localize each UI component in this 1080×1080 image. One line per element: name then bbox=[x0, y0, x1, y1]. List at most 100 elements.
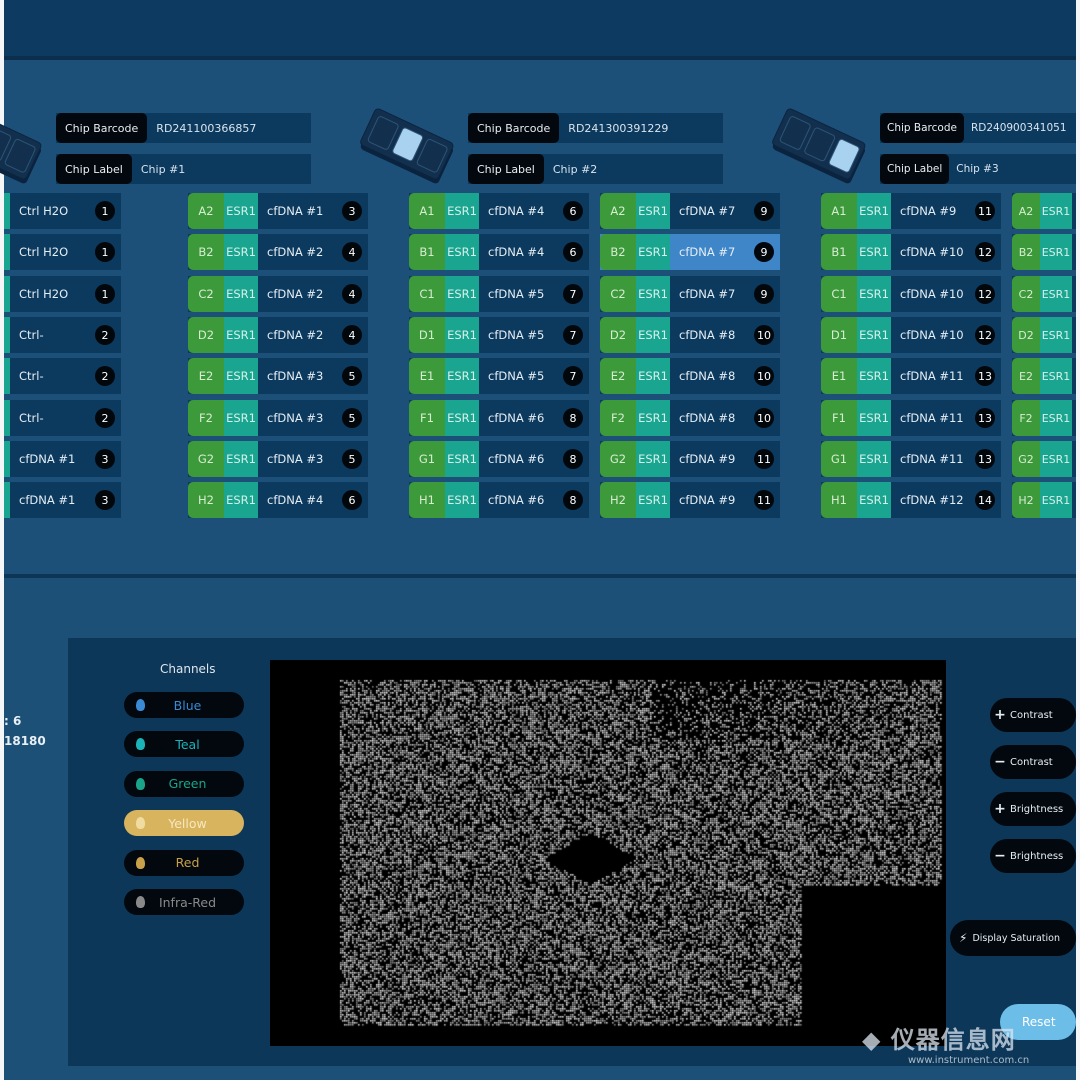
well-id: A1 bbox=[409, 193, 445, 229]
sample-number-badge: 4 bbox=[342, 325, 362, 345]
bulb-icon bbox=[136, 699, 145, 711]
well-id: D1 bbox=[821, 317, 857, 353]
well-row[interactable]: F1 ESR1 cfDNA #11 13 bbox=[821, 400, 1001, 436]
sample-name: cfDNA #2 bbox=[267, 328, 324, 342]
well-row[interactable]: H1 ESR1 cfDNA #6 8 bbox=[409, 482, 589, 518]
channel-blue-button[interactable]: Blue bbox=[124, 692, 244, 718]
well-row[interactable]: H2ESR1Ctrl+ bbox=[1012, 482, 1080, 518]
well-row[interactable]: G2 ESR1 cfDNA #9 11 bbox=[600, 441, 780, 477]
chip-label-field[interactable]: Chip Label Chip #2 bbox=[468, 154, 723, 184]
well-row[interactable]: Ctrl- 2 bbox=[4, 317, 121, 353]
well-row[interactable]: F1 ESR1 cfDNA #6 8 bbox=[409, 400, 589, 436]
chip-barcode-value: RD241300391229 bbox=[568, 121, 669, 135]
well-row[interactable]: C2 ESR1 cfDNA #7 9 bbox=[600, 276, 780, 312]
well-row[interactable]: Ctrl H2O 1 bbox=[4, 193, 121, 229]
well-row[interactable]: A2 ESR1 cfDNA #7 9 bbox=[600, 193, 780, 229]
well-row[interactable]: E1 ESR1 cfDNA #11 13 bbox=[821, 358, 1001, 394]
sample-number-badge: 12 bbox=[975, 325, 995, 345]
well-row[interactable]: Ctrl- 2 bbox=[4, 358, 121, 394]
well-row[interactable]: G2 ESR1 cfDNA #3 5 bbox=[188, 441, 368, 477]
well-row[interactable]: B2 ESR1 cfDNA #2 4 bbox=[188, 234, 368, 270]
well-id: E2 bbox=[1012, 358, 1040, 394]
well-row[interactable]: G1 ESR1 cfDNA #11 13 bbox=[821, 441, 1001, 477]
well-row[interactable]: Ctrl H2O 1 bbox=[4, 234, 121, 270]
well-row[interactable]: C2 ESR1 cfDNA #2 4 bbox=[188, 276, 368, 312]
well-row[interactable]: D2ESR1cfDNA # bbox=[1012, 317, 1080, 353]
well-row[interactable]: F2 ESR1 cfDNA #3 5 bbox=[188, 400, 368, 436]
well-row[interactable]: C1 ESR1 cfDNA #5 7 bbox=[409, 276, 589, 312]
target: ESR1 bbox=[224, 441, 258, 477]
well-row[interactable]: D2 ESR1 cfDNA #2 4 bbox=[188, 317, 368, 353]
well-row[interactable]: A2 ESR1 cfDNA #1 3 bbox=[188, 193, 368, 229]
chip-barcode-field[interactable]: Chip Barcode RD240900341051 bbox=[880, 113, 1076, 143]
info-value-1: : 6 bbox=[4, 714, 22, 728]
chip-barcode-field[interactable]: Chip Barcode RD241100366857 bbox=[56, 113, 311, 143]
well-row[interactable]: G2ESR1Ctrl+ bbox=[1012, 441, 1080, 477]
well-row[interactable]: D2 ESR1 cfDNA #8 10 bbox=[600, 317, 780, 353]
well-row[interactable]: F2ESR1Ctrl+ bbox=[1012, 400, 1080, 436]
well-row[interactable]: E1 ESR1 cfDNA #5 7 bbox=[409, 358, 589, 394]
well-row[interactable]: H2 ESR1 cfDNA #4 6 bbox=[188, 482, 368, 518]
well-row[interactable]: B1 ESR1 cfDNA #4 6 bbox=[409, 234, 589, 270]
increase-brightness-button[interactable]: + Brightness bbox=[990, 792, 1076, 826]
chip-image[interactable] bbox=[270, 660, 946, 1046]
target: ESR1 bbox=[1040, 276, 1072, 312]
well-row[interactable]: A1 ESR1 cfDNA #4 6 bbox=[409, 193, 589, 229]
target: ESR1 bbox=[445, 276, 479, 312]
chip-barcode-label: Chip Barcode bbox=[468, 113, 560, 143]
increase-contrast-button[interactable]: + Contrast bbox=[990, 698, 1076, 732]
well-row[interactable]: A1 ESR1 cfDNA #9 11 bbox=[821, 193, 1001, 229]
well-row[interactable]: F2 ESR1 cfDNA #8 10 bbox=[600, 400, 780, 436]
well-row[interactable]: cfDNA #1 3 bbox=[4, 482, 121, 518]
sample-number-badge: 13 bbox=[975, 408, 995, 428]
sample-name: cfDNA #9 bbox=[679, 493, 736, 507]
channel-infra-red-button[interactable]: Infra-Red bbox=[124, 889, 244, 915]
target: ESR1 bbox=[1040, 234, 1072, 270]
channel-teal-button[interactable]: Teal bbox=[124, 731, 244, 758]
watermark-logo-icon: ◆ bbox=[862, 1026, 891, 1054]
channel-green-button[interactable]: Green bbox=[124, 770, 244, 797]
decrease-contrast-button[interactable]: − Contrast bbox=[990, 745, 1076, 779]
plus-icon: + bbox=[994, 801, 1006, 817]
well-row[interactable]: G1 ESR1 cfDNA #6 8 bbox=[409, 441, 589, 477]
well-row[interactable]: H1 ESR1 cfDNA #12 14 bbox=[821, 482, 1001, 518]
well-row[interactable]: cfDNA #1 3 bbox=[4, 441, 121, 477]
target: ESR1 bbox=[445, 400, 479, 436]
well-id: H1 bbox=[821, 482, 857, 518]
channel-yellow-button[interactable]: Yellow bbox=[124, 810, 244, 837]
channel-red-button[interactable]: Red bbox=[124, 849, 244, 876]
well-row[interactable]: C1 ESR1 cfDNA #10 12 bbox=[821, 276, 1001, 312]
well-id: C2 bbox=[600, 276, 636, 312]
decrease-brightness-button[interactable]: − Brightness bbox=[990, 839, 1076, 873]
chip-label-label: Chip Label bbox=[56, 154, 132, 184]
sample-name: cfDNA #10 bbox=[900, 287, 964, 301]
well-row[interactable]: A2ESR1cfDNA # bbox=[1012, 193, 1080, 229]
chip-label-value: Chip #1 bbox=[140, 162, 186, 176]
well-row[interactable]: B2ESR1cfDNA # bbox=[1012, 234, 1080, 270]
sample-number-badge: 3 bbox=[95, 490, 115, 510]
well-row[interactable]: B1 ESR1 cfDNA #10 12 bbox=[821, 234, 1001, 270]
well-id: A1 bbox=[821, 193, 857, 229]
well-row[interactable]: E2 ESR1 cfDNA #8 10 bbox=[600, 358, 780, 394]
chip-label-field[interactable]: Chip Label Chip #3 bbox=[880, 154, 1076, 184]
well-row[interactable]: E2ESR1cfDNA # bbox=[1012, 358, 1080, 394]
sample-name: cfDNA #11 bbox=[900, 369, 964, 383]
well-row[interactable]: C2ESR1cfDNA # bbox=[1012, 276, 1080, 312]
right-edge bbox=[1076, 0, 1080, 1080]
chip-barcode-field[interactable]: Chip Barcode RD241300391229 bbox=[468, 113, 723, 143]
sample-number-badge: 1 bbox=[95, 242, 115, 262]
well-row[interactable]: Ctrl- 2 bbox=[4, 400, 121, 436]
chip-label-field[interactable]: Chip Label Chip #1 bbox=[56, 154, 311, 184]
well-row[interactable]: D1 ESR1 cfDNA #10 12 bbox=[821, 317, 1001, 353]
well-row[interactable]: B2 ESR1 cfDNA #7 9 bbox=[600, 234, 780, 270]
well-row[interactable]: E2 ESR1 cfDNA #3 5 bbox=[188, 358, 368, 394]
top-bar bbox=[4, 0, 1076, 60]
sample-number-badge: 12 bbox=[975, 242, 995, 262]
target: ESR1 bbox=[224, 276, 258, 312]
sample-name: cfDNA #7 bbox=[679, 204, 736, 218]
display-saturation-button[interactable]: ⚡ Display Saturation bbox=[950, 920, 1076, 956]
well-row[interactable]: Ctrl H2O 1 bbox=[4, 276, 121, 312]
well-id: A2 bbox=[188, 193, 224, 229]
well-row[interactable]: H2 ESR1 cfDNA #9 11 bbox=[600, 482, 780, 518]
well-row[interactable]: D1 ESR1 cfDNA #5 7 bbox=[409, 317, 589, 353]
